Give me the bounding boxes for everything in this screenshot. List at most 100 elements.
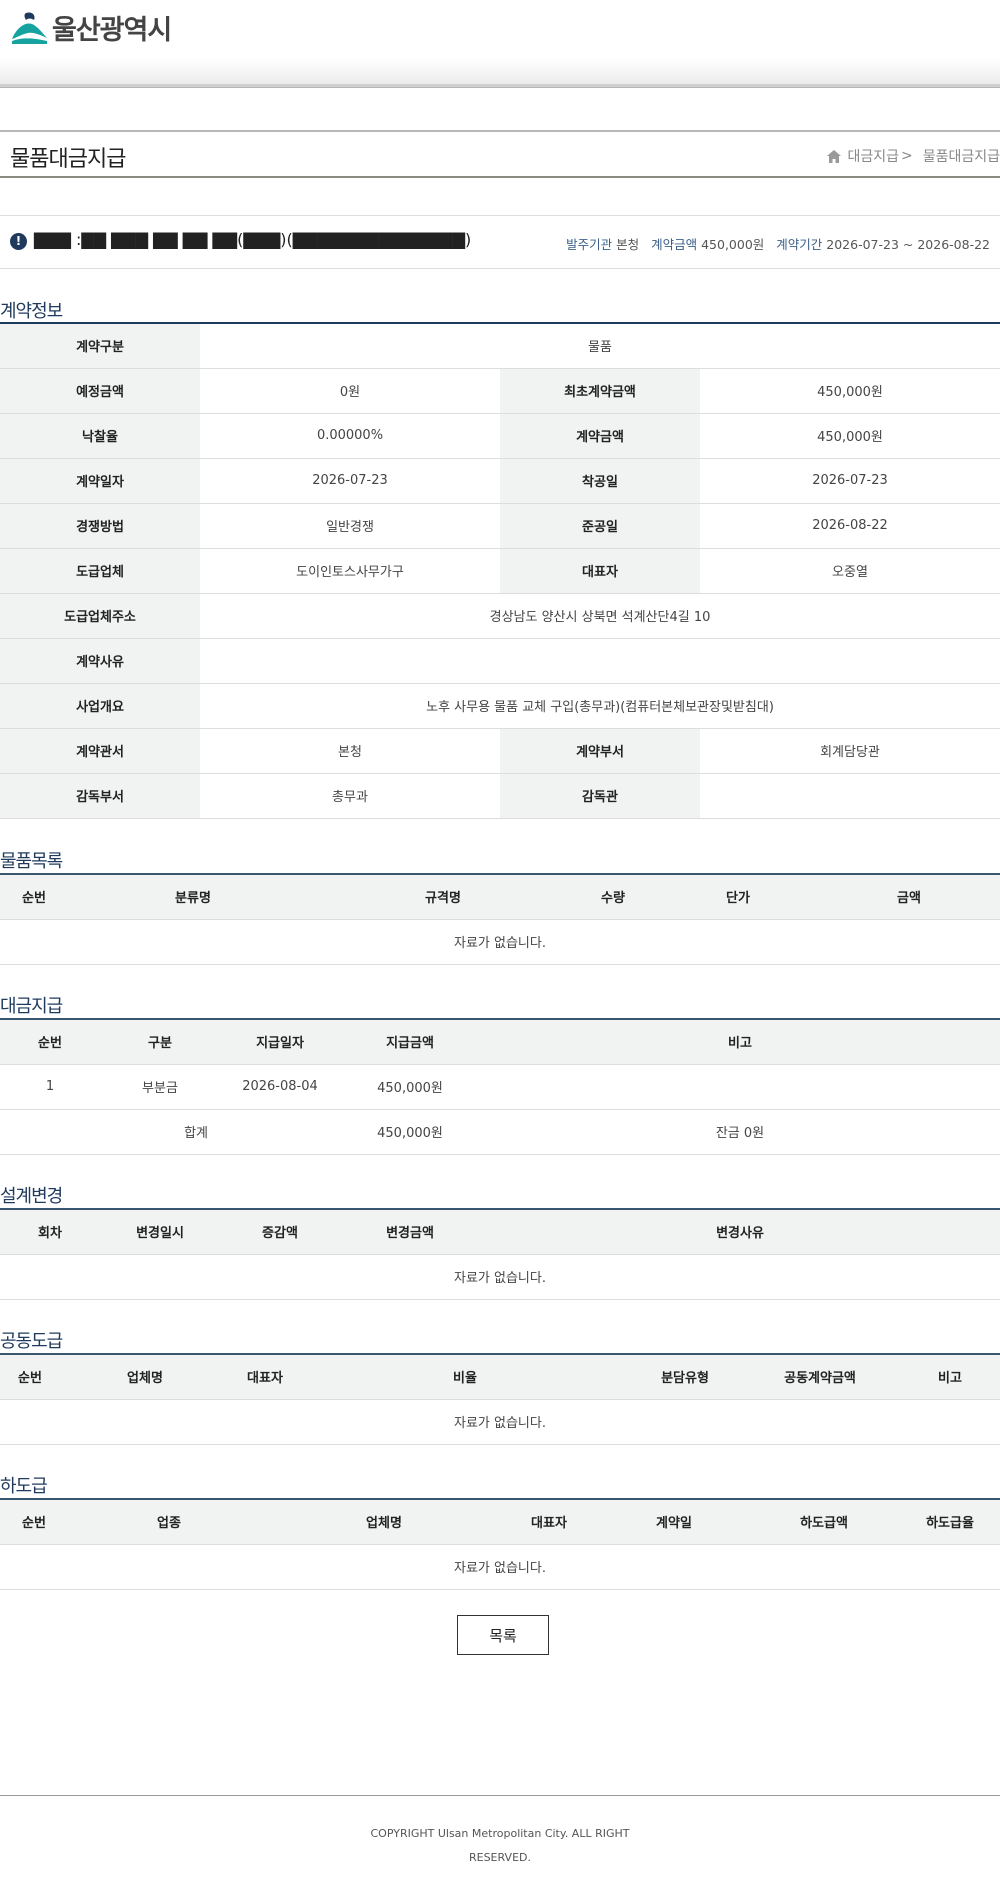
contract-info-row: 계약사유 <box>0 638 1000 684</box>
column-header: 증감액 <box>220 1209 340 1255</box>
goods-list-title: 물품목록 <box>0 851 63 872</box>
contract-info-row: 예정금액 0원 최초계약금액 450,000원 <box>0 368 1000 414</box>
column-header: 단가 <box>658 874 818 920</box>
contract-info-row: 감독부서 총무과 감독관 <box>0 773 1000 819</box>
table-cell <box>480 1064 1000 1110</box>
site-logo[interactable]: 울산광역시 <box>10 8 172 47</box>
info-value: 2026-07-23 <box>700 458 1000 504</box>
info-value: 450,000원 <box>700 368 1000 414</box>
info-label: 도급업체 <box>0 548 200 594</box>
list-button[interactable]: 목록 <box>457 1615 549 1655</box>
amount-value: 450,000원 <box>701 237 765 252</box>
info-value: 450,000원 <box>700 413 1000 459</box>
column-header: 지급금액 <box>340 1019 480 1065</box>
joint-contract-empty: 자료가 없습니다. <box>0 1399 1000 1445</box>
contract-info-row: 도급업체 도이인토스사무가구 대표자 오중열 <box>0 548 1000 594</box>
info-value: 0원 <box>200 368 500 414</box>
info-value: 본청 <box>200 728 500 774</box>
table-cell: 1 <box>0 1064 100 1110</box>
footer-reserved: RESERVED. <box>468 1851 531 1864</box>
column-header: 대표자 <box>230 1354 300 1400</box>
column-header: 하도급율 <box>900 1499 1000 1545</box>
info-value <box>700 773 1000 819</box>
column-header: 지급일자 <box>220 1019 340 1065</box>
column-header: 대표자 <box>498 1499 600 1545</box>
footer-copyright: COPYRIGHT Ulsan Metropolitan City. ALL R… <box>370 1827 630 1840</box>
contract-info-title: 계약정보 <box>0 301 63 322</box>
home-icon[interactable] <box>827 149 842 163</box>
info-value: 도이인토스사무가구 <box>200 548 500 594</box>
info-value: 오중열 <box>700 548 1000 594</box>
column-header: 변경금액 <box>340 1209 480 1255</box>
info-label: 최초계약금액 <box>500 368 700 414</box>
info-label: 계약구분 <box>0 323 200 369</box>
column-header: 순번 <box>0 874 68 920</box>
contract-info-row: 계약관서 본청 계약부서 회계담당관 <box>0 728 1000 774</box>
logo-text: 울산광역시 <box>52 15 172 46</box>
contract-info-row: 경쟁방법 일반경쟁 준공일 2026-08-22 <box>0 503 1000 549</box>
design-change-title: 설계변경 <box>0 1186 63 1207</box>
page-title: 물품대금지급 <box>10 147 126 172</box>
footer: COPYRIGHT Ulsan Metropolitan City. ALL R… <box>0 1795 1000 1870</box>
order-org-value: 본청 <box>616 237 640 252</box>
column-header: 비고 <box>900 1354 1000 1400</box>
contract-header: ! ▇▇▇ :▇▇ ▇▇▇ ▇▇ ▇▇ ▇▇(▇▇▇)(▇▇▇▇▇▇▇▇▇▇▇▇… <box>0 215 1000 269</box>
info-value: 0.00000% <box>200 413 500 459</box>
joint-contract-table: 순번 업체명 대표자 비율 분담유형 공동계약금액 비고 자료가 없습니다. <box>0 1353 1000 1445</box>
info-label: 감독관 <box>500 773 700 819</box>
column-header: 공동계약금액 <box>740 1354 900 1400</box>
info-label: 계약부서 <box>500 728 700 774</box>
joint-contract-title: 공동도급 <box>0 1331 63 1352</box>
info-label: 착공일 <box>500 458 700 504</box>
goods-empty: 자료가 없습니다. <box>0 919 1000 965</box>
breadcrumb-current: 물품대금지급 <box>922 149 1000 165</box>
column-header: 업종 <box>68 1499 270 1545</box>
goods-list-table: 순번 분류명 규격명 수량 단가 금액 자료가 없습니다. <box>0 873 1000 965</box>
order-org-label: 발주기관 <box>566 237 613 252</box>
column-header: 업체명 <box>60 1354 230 1400</box>
balance-remark: 잔금 0원 <box>480 1109 1000 1155</box>
info-value: 총무과 <box>200 773 500 819</box>
column-header: 규격명 <box>318 874 568 920</box>
design-change-table: 회차 변경일시 증감액 변경금액 변경사유 자료가 없습니다. <box>0 1208 1000 1300</box>
column-header: 변경일시 <box>100 1209 220 1255</box>
column-header: 수량 <box>568 874 658 920</box>
column-header: 순번 <box>0 1499 68 1545</box>
info-value: 노후 사무용 물품 교체 구입(총무과)(컴퓨터본체보관장및받침대) <box>200 683 1000 729</box>
payment-total-row: 합계 450,000원 잔금 0원 <box>0 1109 1000 1155</box>
payment-table: 순번 구분 지급일자 지급금액 비고 1 부분금 2026-08-04 450,000원 합계 4… <box>0 1018 1000 1155</box>
contract-info-row: 낙찰율 0.00000% 계약금액 450,000원 <box>0 413 1000 459</box>
subcontract-title: 하도급 <box>0 1476 48 1497</box>
info-label: 낙찰율 <box>0 413 200 459</box>
info-label: 감독부서 <box>0 773 200 819</box>
column-header: 분담유형 <box>630 1354 740 1400</box>
contract-info-row: 계약구분 물품 <box>0 323 1000 369</box>
contract-info-row: 사업개요 노후 사무용 물품 교체 구입(총무과)(컴퓨터본체보관장및받침대) <box>0 683 1000 729</box>
page-title-bar: 물품대금지급 대금지급 > 물품대금지급 <box>0 130 1000 178</box>
contract-info-row: 계약일자 2026-07-23 착공일 2026-07-23 <box>0 458 1000 504</box>
info-label: 준공일 <box>500 503 700 549</box>
info-label: 도급업체주소 <box>0 593 200 639</box>
info-label: 사업개요 <box>0 683 200 729</box>
contract-info-row: 도급업체주소 경상남도 양산시 상북면 석계산단4길 10 <box>0 593 1000 639</box>
info-label: 계약관서 <box>0 728 200 774</box>
column-header: 업체명 <box>270 1499 498 1545</box>
info-value: 일반경쟁 <box>200 503 500 549</box>
total-label: 합계 <box>0 1109 220 1155</box>
column-header: 비율 <box>300 1354 630 1400</box>
contract-info-table: 계약구분 물품 예정금액 0원 최초계약금액 450,000원 낙찰율 0.00000% 계약금… <box>0 322 1000 819</box>
breadcrumb-parent[interactable]: 대금지급 <box>847 146 899 166</box>
ulsan-logo-icon <box>12 11 47 44</box>
site-header: 울산광역시 <box>0 0 1000 58</box>
subcontract-table: 순번 업종 업체명 대표자 계약일 하도급액 하도급율 자료가 없습니다. <box>0 1498 1000 1590</box>
column-header: 순번 <box>0 1354 60 1400</box>
column-header: 회차 <box>0 1209 100 1255</box>
info-value: 물품 <box>200 323 1000 369</box>
column-header: 금액 <box>818 874 1000 920</box>
table-cell: 부분금 <box>100 1064 220 1110</box>
period-label: 계약기간 <box>776 237 823 252</box>
info-value: 2026-07-23 <box>200 458 500 504</box>
info-label: 예정금액 <box>0 368 200 414</box>
contract-meta: 발주기관 본청 계약금액 450,000원 계약기간 2026-07-23 ~ … <box>558 234 990 253</box>
column-header: 변경사유 <box>480 1209 1000 1255</box>
